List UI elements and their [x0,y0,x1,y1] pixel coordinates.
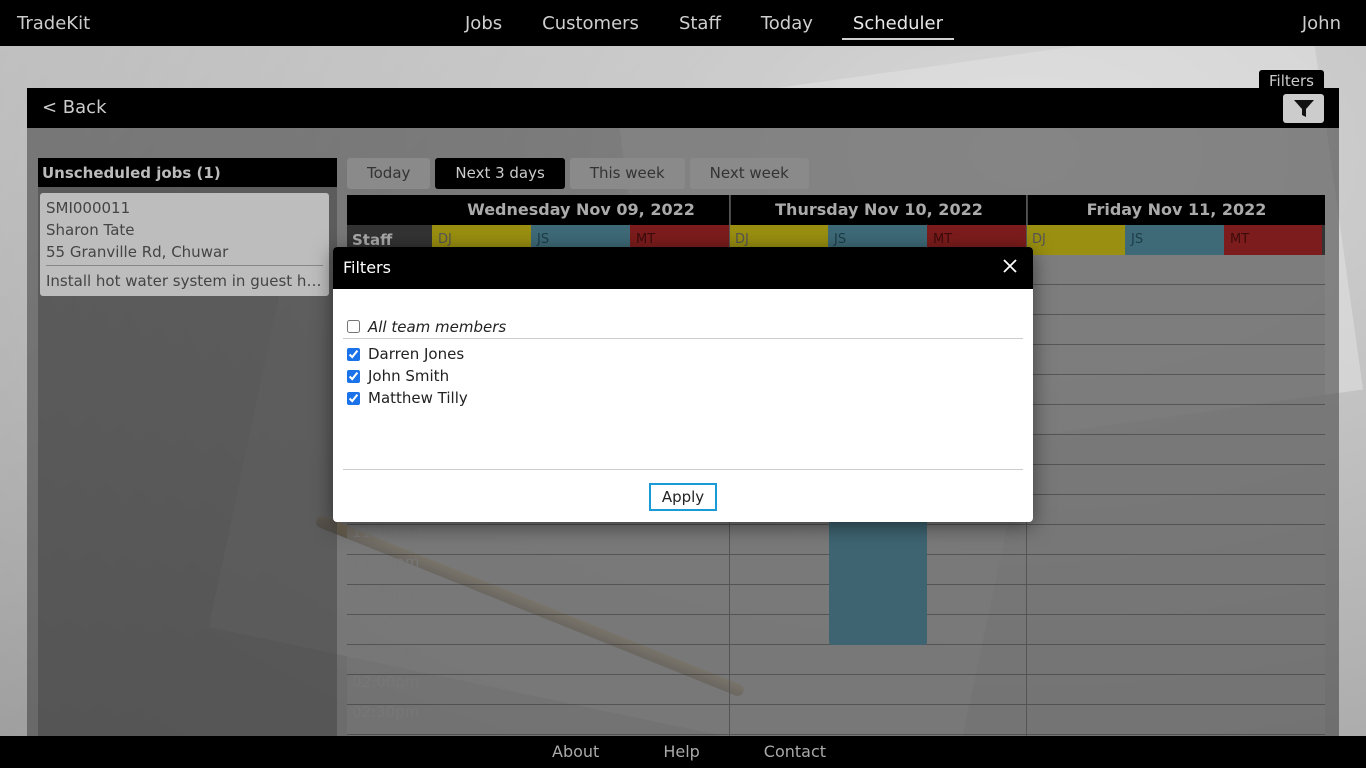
unscheduled-title: Unscheduled jobs (1) [38,158,337,187]
nav-customers[interactable]: Customers [531,0,650,40]
staff-chip-mt: MT [1224,225,1322,255]
apply-button[interactable]: Apply [649,483,717,511]
unscheduled-jobs-panel: Unscheduled jobs (1) SMI000011 Sharon Ta… [38,158,337,736]
time-label: 02:00pm [352,673,420,691]
member-label: Darren Jones [368,345,465,363]
range-buttons: Today Next 3 days This week Next week [347,158,814,189]
member-checkbox-john-smith[interactable] [347,369,360,383]
staff-chip-js: JS [1125,225,1224,255]
member-row[interactable]: Matthew Tilly [343,387,1023,409]
nav-scheduler[interactable]: Scheduler [841,0,955,40]
job-code: SMI000011 [46,199,131,217]
nav-staff[interactable]: Staff [668,0,732,40]
job-address: 55 Granville Rd, Chuwar [46,243,229,261]
nav-today[interactable]: Today [750,0,824,40]
calendar-header: Wednesday Nov 09, 2022 Thursday Nov 10, … [347,195,1325,225]
modal-footer: Apply [343,469,1023,522]
main-nav: Jobs Customers Staff Today Scheduler [445,0,963,46]
all-members-row[interactable]: All team members [343,315,1023,339]
member-label: Matthew Tilly [368,389,468,407]
time-label: 11:30am [352,523,420,541]
footer: About Help Contact [0,736,1366,768]
footer-about-link[interactable]: About [520,736,631,767]
time-label: 02:30pm [352,703,420,721]
time-label: 12:30pm [352,583,420,601]
member-row[interactable]: John Smith [343,365,1023,387]
close-icon[interactable] [1001,257,1019,275]
brand-logo[interactable]: TradeKit [17,13,90,34]
job-description: Install hot water system in guest hou... [46,272,323,290]
time-labels: 11:30am 12:00pm 12:30pm 01:00pm 01:30pm … [352,521,419,731]
all-members-checkbox[interactable] [347,320,360,333]
range-today-button[interactable]: Today [347,158,431,189]
day-header: Wednesday Nov 09, 2022 [467,200,695,219]
job-card[interactable]: SMI000011 Sharon Tate 55 Granville Rd, C… [40,193,329,296]
filters-modal: Filters All team members Darren Jones Jo… [333,247,1033,522]
time-label: 01:00pm [352,613,420,631]
modal-header: Filters [333,247,1033,289]
nav-jobs[interactable]: Jobs [454,0,513,40]
user-menu[interactable]: John [1302,13,1341,34]
time-label: 12:00pm [352,553,420,571]
modal-title: Filters [343,258,391,277]
staff-chip-dj: DJ [1026,225,1125,255]
member-row[interactable]: Darren Jones [343,343,1023,365]
modal-body: All team members Darren Jones John Smith… [333,289,1033,409]
divider [46,265,323,266]
day-header: Thursday Nov 10, 2022 [730,195,1027,225]
top-nav: TradeKit Jobs Customers Staff Today Sche… [0,0,1366,46]
footer-contact-link[interactable]: Contact [732,736,858,767]
time-label: 01:30pm [352,643,420,661]
range-next-3-days-button[interactable]: Next 3 days [435,158,565,189]
member-checkbox-darren-jones[interactable] [347,347,360,361]
day-header: Friday Nov 11, 2022 [1027,195,1325,225]
range-this-week-button[interactable]: This week [569,158,685,189]
range-next-week-button[interactable]: Next week [689,158,809,189]
member-checkbox-matthew-tilly[interactable] [347,391,360,405]
job-customer: Sharon Tate [46,221,135,239]
all-members-label: All team members [368,317,507,336]
footer-links: About Help Contact [520,736,858,767]
footer-help-link[interactable]: Help [631,736,731,767]
member-label: John Smith [368,367,450,385]
